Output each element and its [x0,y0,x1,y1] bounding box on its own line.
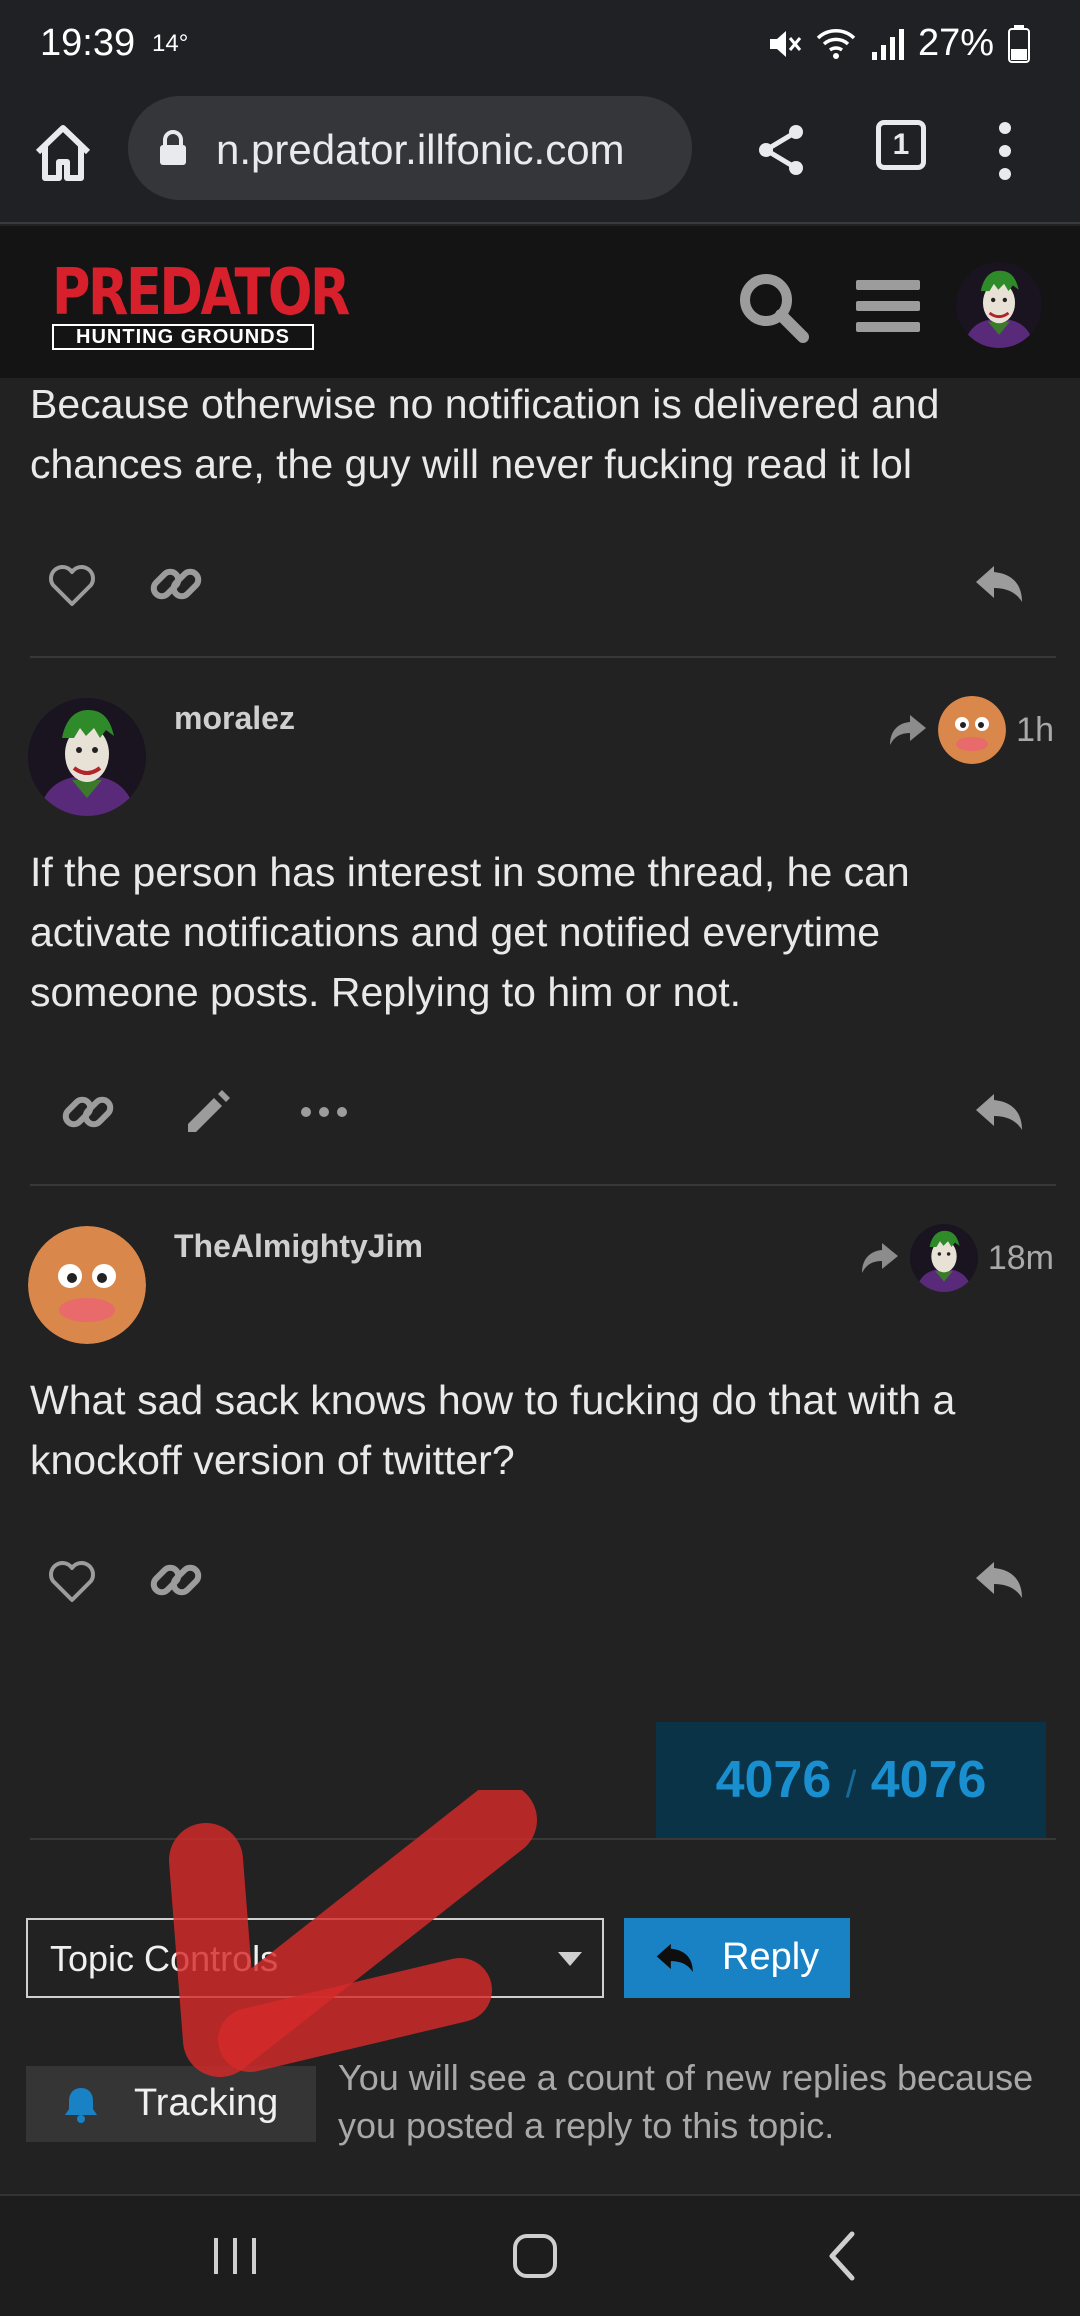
signal-icon [871,28,904,60]
avatar[interactable] [28,1226,146,1344]
reply-icon[interactable] [970,556,1026,612]
back-icon[interactable] [808,2226,878,2286]
hamburger-menu-icon[interactable] [856,276,920,336]
logo-title: PREDATOR [52,256,350,330]
reply-button-label: Reply [722,1936,820,1978]
topic-progress[interactable]: 4076 / 4076 [656,1722,1046,1838]
wifi-icon [816,28,856,59]
post-3-body: What sad sack knows how to fucking do th… [30,1377,956,1483]
home-icon[interactable] [30,120,96,186]
home-nav-icon[interactable] [500,2226,570,2286]
like-heart-icon[interactable] [44,1552,100,1608]
lock-icon [160,130,186,165]
reply-to-arrow-icon [861,1243,898,1273]
reply-to-avatar[interactable] [938,696,1007,764]
address-bar[interactable]: n.predator.illfonic.com [128,96,692,200]
chevron-down-icon [558,1952,582,1966]
reply-to-avatar[interactable] [909,1224,978,1292]
search-icon[interactable] [736,270,810,344]
tab-switcher-button[interactable]: 1 [876,120,926,170]
post-divider [30,1184,1056,1186]
topic-controls-dropdown[interactable]: Topic Controls [26,1918,604,1998]
post-username[interactable]: moralez [174,700,295,737]
more-actions-icon[interactable] [296,1084,352,1140]
notification-tracking-button[interactable]: Tracking [26,2066,316,2142]
post-divider [30,656,1056,658]
battery-icon [1008,24,1030,63]
edit-pencil-icon[interactable] [178,1084,234,1140]
status-bar: 19:39 14° 27% [0,0,1080,92]
site-logo[interactable]: PREDATOR HUNTING GROUNDS [52,256,350,356]
status-time: 19:39 [40,22,136,64]
url-text[interactable]: n.predator.illfonic.com [216,126,686,174]
tracking-label: Tracking [134,2082,279,2124]
topic-controls-label: Topic Controls [50,1938,279,1979]
reply-icon[interactable] [970,1552,1026,1608]
post-1-body: Because otherwise no notification is del… [30,381,940,487]
progress-separator: / [845,1764,857,1806]
progress-current: 4076 [715,1751,832,1809]
post-meta: 18m [860,1224,1054,1292]
system-nav-bar [0,2194,1080,2316]
more-options-icon[interactable] [990,116,1020,186]
link-icon[interactable] [148,556,204,612]
link-icon[interactable] [148,1552,204,1608]
share-icon[interactable] [752,120,812,180]
user-avatar[interactable] [956,262,1042,348]
reply-icon[interactable] [970,1084,1026,1140]
post-2-body: If the person has interest in some threa… [30,849,910,1015]
status-temperature: 14° [152,30,189,57]
post-time[interactable]: 18m [988,1239,1054,1278]
tracking-description: You will see a count of new replies beca… [338,2057,1034,2146]
progress-total: 4076 [870,1751,987,1809]
post-username[interactable]: TheAlmightyJim [174,1228,423,1265]
post-meta: 1h [888,696,1054,764]
battery-percent: 27% [917,22,994,64]
avatar[interactable] [28,698,146,816]
like-heart-icon[interactable] [44,556,100,612]
footer-divider [30,1838,1056,1840]
link-icon[interactable] [60,1084,116,1140]
site-header: PREDATOR HUNTING GROUNDS [0,226,1080,378]
mute-icon [769,30,802,57]
status-icons: 27% [766,22,1030,65]
browser-toolbar: n.predator.illfonic.com 1 [0,92,1080,224]
reply-icon [656,1943,693,1973]
post-time[interactable]: 1h [1016,711,1054,750]
recent-apps-icon[interactable] [200,2226,270,2286]
reply-to-arrow-icon [890,715,927,745]
bell-icon [65,2088,97,2123]
logo-subtitle: HUNTING GROUNDS [52,324,314,350]
reply-button[interactable]: Reply [624,1918,850,1998]
